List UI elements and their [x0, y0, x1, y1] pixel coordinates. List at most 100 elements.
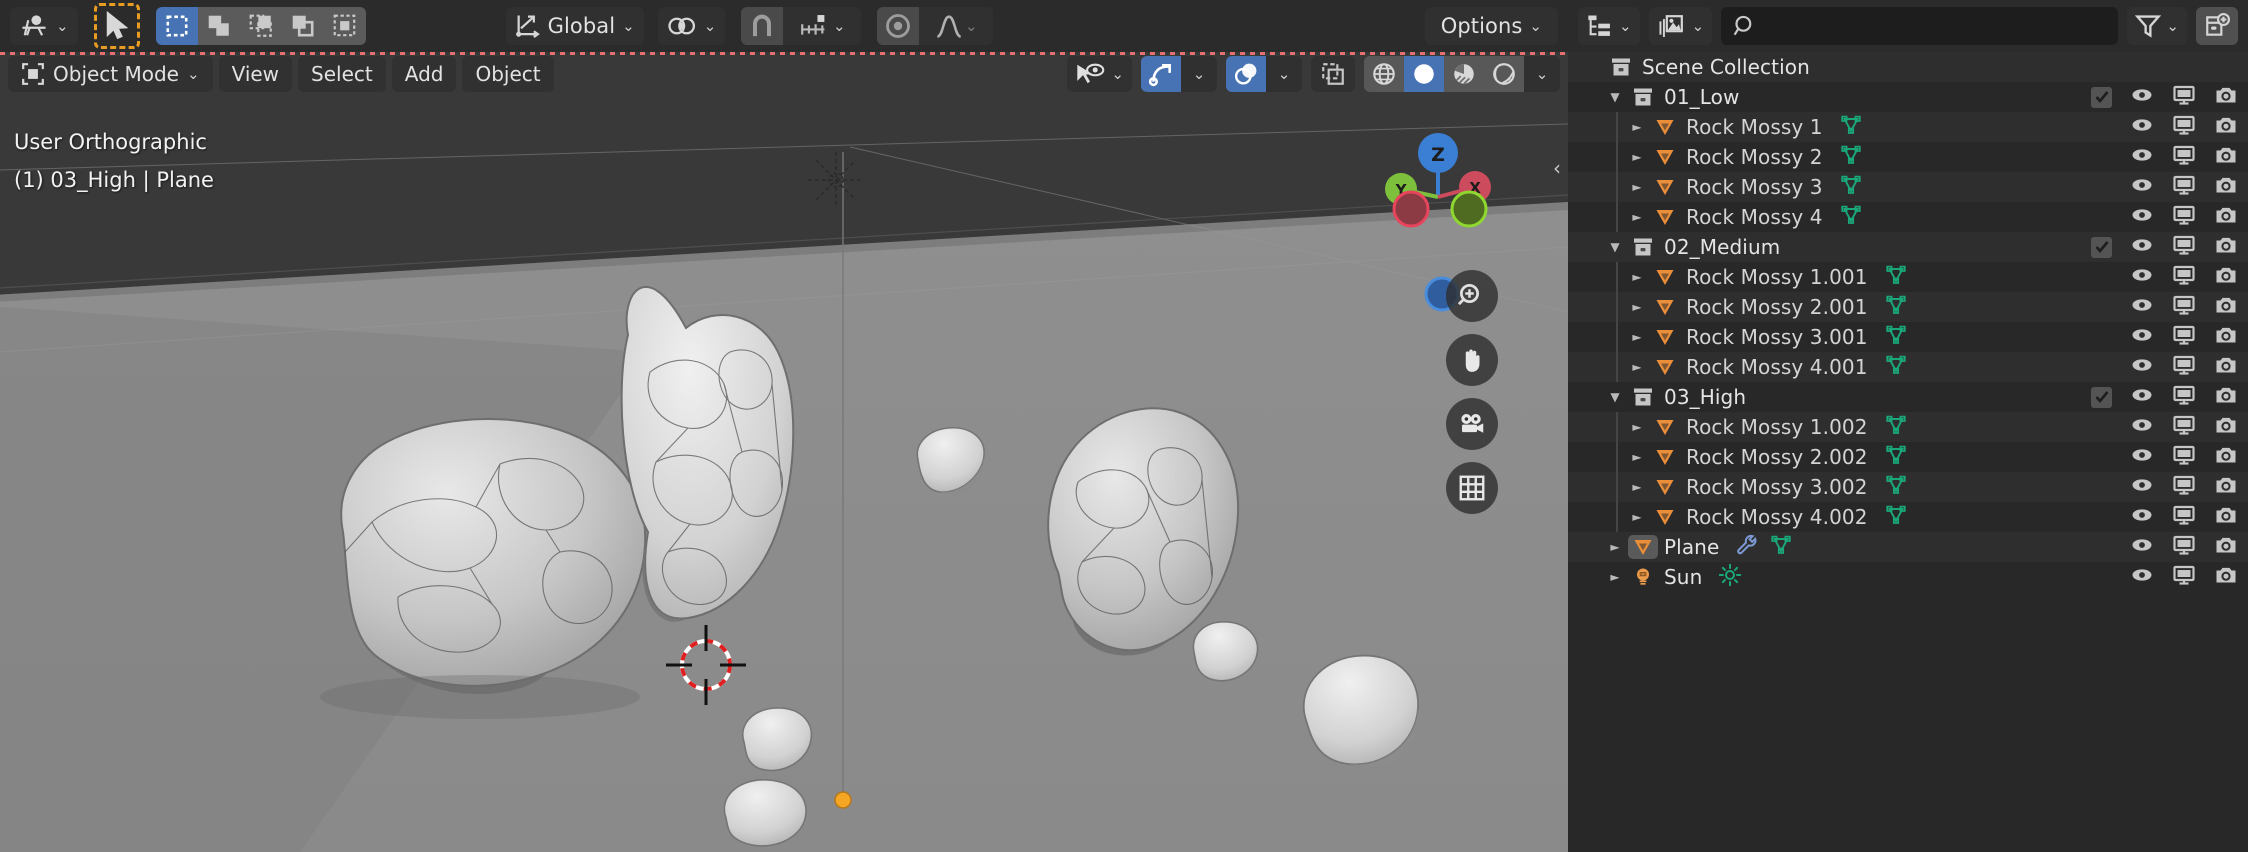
- mesh-object-icon[interactable]: [1650, 265, 1680, 289]
- disable-viewport-monitor-icon[interactable]: [2172, 263, 2196, 291]
- pan-view-button[interactable]: [1446, 334, 1498, 386]
- disable-render-camera-icon[interactable]: [2214, 203, 2238, 231]
- disable-render-camera-icon[interactable]: [2214, 83, 2238, 111]
- outliner-row-rock-mossy-3-001[interactable]: ►Rock Mossy 3.001: [1568, 322, 2248, 352]
- hide-viewport-eye-icon[interactable]: [2130, 383, 2154, 411]
- collection-icon[interactable]: [1606, 55, 1636, 79]
- mesh-object-icon[interactable]: [1650, 475, 1680, 499]
- mesh-data-icon[interactable]: [1839, 173, 1863, 201]
- shading-rendered-button[interactable]: [1484, 56, 1524, 92]
- mesh-data-icon[interactable]: [1884, 323, 1908, 351]
- hide-viewport-eye-icon[interactable]: [2130, 113, 2154, 141]
- 3d-viewport-canvas[interactable]: [0, 52, 1568, 852]
- disable-viewport-monitor-icon[interactable]: [2172, 173, 2196, 201]
- options-button[interactable]: Options ⌄: [1425, 7, 1558, 45]
- disable-viewport-monitor-icon[interactable]: [2172, 323, 2196, 351]
- shading-solid-button[interactable]: [1404, 56, 1444, 92]
- disable-render-camera-icon[interactable]: [2214, 113, 2238, 141]
- mesh-object-icon[interactable]: [1650, 295, 1680, 319]
- disable-render-camera-icon[interactable]: [2214, 323, 2238, 351]
- mesh-object-icon[interactable]: [1650, 325, 1680, 349]
- mesh-data-icon[interactable]: [1884, 473, 1908, 501]
- disable-viewport-monitor-icon[interactable]: [2172, 443, 2196, 471]
- disclosure-triangle-closed-icon[interactable]: ►: [1624, 450, 1650, 464]
- disable-render-camera-icon[interactable]: [2214, 443, 2238, 471]
- snap-toggle-button[interactable]: [741, 7, 783, 45]
- outliner-row-rock-mossy-2-002[interactable]: ►Rock Mossy 2.002: [1568, 442, 2248, 472]
- hide-viewport-eye-icon[interactable]: [2130, 533, 2154, 561]
- mesh-object-icon[interactable]: [1650, 205, 1680, 229]
- disable-render-camera-icon[interactable]: [2214, 353, 2238, 381]
- mesh-object-icon[interactable]: [1650, 415, 1680, 439]
- disclosure-triangle-open-icon[interactable]: ▼: [1602, 90, 1628, 104]
- menu-view[interactable]: View: [219, 56, 292, 92]
- hide-viewport-eye-icon[interactable]: [2130, 143, 2154, 171]
- hide-viewport-eye-icon[interactable]: [2130, 233, 2154, 261]
- shading-wireframe-button[interactable]: [1364, 56, 1404, 92]
- hide-viewport-eye-icon[interactable]: [2130, 323, 2154, 351]
- mesh-object-icon[interactable]: [1650, 145, 1680, 169]
- disclosure-triangle-open-icon[interactable]: ▼: [1602, 240, 1628, 254]
- pivot-point-button[interactable]: ⌄: [658, 7, 726, 45]
- disclosure-triangle-closed-icon[interactable]: ►: [1602, 540, 1628, 554]
- modifier-wrench-icon[interactable]: [1735, 533, 1759, 561]
- outliner-row-02-medium[interactable]: ▼02_Medium: [1568, 232, 2248, 262]
- mesh-data-icon[interactable]: [1839, 143, 1863, 171]
- outliner-row-rock-mossy-3-002[interactable]: ►Rock Mossy 3.002: [1568, 472, 2248, 502]
- hide-viewport-eye-icon[interactable]: [2130, 413, 2154, 441]
- gizmos-group[interactable]: ⌄: [1141, 56, 1217, 92]
- disable-viewport-monitor-icon[interactable]: [2172, 83, 2196, 111]
- select-intersect-button[interactable]: [324, 7, 366, 45]
- proportional-edit-toggle[interactable]: [877, 7, 919, 45]
- outliner-tree[interactable]: ►Scene Collection▼01_Low►Rock Mossy 1►Ro…: [1568, 52, 2248, 592]
- disclosure-triangle-closed-icon[interactable]: ►: [1624, 300, 1650, 314]
- select-tool-button[interactable]: [94, 3, 140, 49]
- select-mode-group[interactable]: [156, 7, 366, 45]
- hide-viewport-eye-icon[interactable]: [2130, 473, 2154, 501]
- collection-enable-checkbox[interactable]: [2091, 87, 2112, 108]
- outliner-row-rock-mossy-2-001[interactable]: ►Rock Mossy 2.001: [1568, 292, 2248, 322]
- collection-icon[interactable]: [1628, 235, 1658, 259]
- outliner-row-rock-mossy-4-001[interactable]: ►Rock Mossy 4.001: [1568, 352, 2248, 382]
- disable-render-camera-icon[interactable]: [2214, 533, 2238, 561]
- hide-viewport-eye-icon[interactable]: [2130, 263, 2154, 291]
- hide-viewport-eye-icon[interactable]: [2130, 173, 2154, 201]
- mesh-object-icon[interactable]: [1650, 505, 1680, 529]
- disable-viewport-monitor-icon[interactable]: [2172, 533, 2196, 561]
- disable-viewport-monitor-icon[interactable]: [2172, 233, 2196, 261]
- disclosure-triangle-closed-icon[interactable]: ►: [1624, 210, 1650, 224]
- outliner-row-sun[interactable]: ►Sun: [1568, 562, 2248, 592]
- select-extend-button[interactable]: [198, 7, 240, 45]
- outliner-row-scene-collection[interactable]: ►Scene Collection: [1568, 52, 2248, 82]
- mesh-data-icon[interactable]: [1884, 293, 1908, 321]
- select-subtract-button[interactable]: [240, 7, 282, 45]
- disclosure-triangle-closed-icon[interactable]: ►: [1624, 120, 1650, 134]
- shading-modes-group[interactable]: ⌄: [1364, 56, 1560, 92]
- disclosure-triangle-closed-icon[interactable]: ►: [1624, 270, 1650, 284]
- disable-viewport-monitor-icon[interactable]: [2172, 383, 2196, 411]
- xray-toggle-button[interactable]: [1311, 56, 1355, 92]
- gizmo-toggle-button[interactable]: [1141, 56, 1181, 92]
- shading-material-button[interactable]: [1444, 56, 1484, 92]
- gizmo-options-dropdown[interactable]: ⌄: [1181, 56, 1217, 92]
- outliner-filter-button[interactable]: ⌄: [2127, 7, 2187, 45]
- outliner-search-field[interactable]: [1721, 7, 2118, 45]
- object-visibility-dropdown[interactable]: ⌄: [1067, 56, 1132, 92]
- outliner-row-rock-mossy-1[interactable]: ►Rock Mossy 1: [1568, 112, 2248, 142]
- light-data-icon[interactable]: [1718, 563, 1742, 591]
- select-set-button[interactable]: [156, 7, 198, 45]
- navigation-gizmo[interactable]: Y X Z: [1373, 125, 1503, 255]
- disclosure-triangle-closed-icon[interactable]: ►: [1624, 420, 1650, 434]
- hide-viewport-eye-icon[interactable]: [2130, 293, 2154, 321]
- mesh-object-icon[interactable]: [1650, 175, 1680, 199]
- overlays-group[interactable]: ⌄: [1226, 56, 1302, 92]
- disable-viewport-monitor-icon[interactable]: [2172, 503, 2196, 531]
- disable-render-camera-icon[interactable]: [2214, 293, 2238, 321]
- mesh-object-icon[interactable]: [1650, 355, 1680, 379]
- disable-render-camera-icon[interactable]: [2214, 503, 2238, 531]
- mesh-object-icon[interactable]: [1650, 445, 1680, 469]
- outliner-row-rock-mossy-2[interactable]: ►Rock Mossy 2: [1568, 142, 2248, 172]
- mesh-data-icon[interactable]: [1884, 353, 1908, 381]
- disclosure-triangle-closed-icon[interactable]: ►: [1624, 330, 1650, 344]
- mesh-data-icon[interactable]: [1839, 203, 1863, 231]
